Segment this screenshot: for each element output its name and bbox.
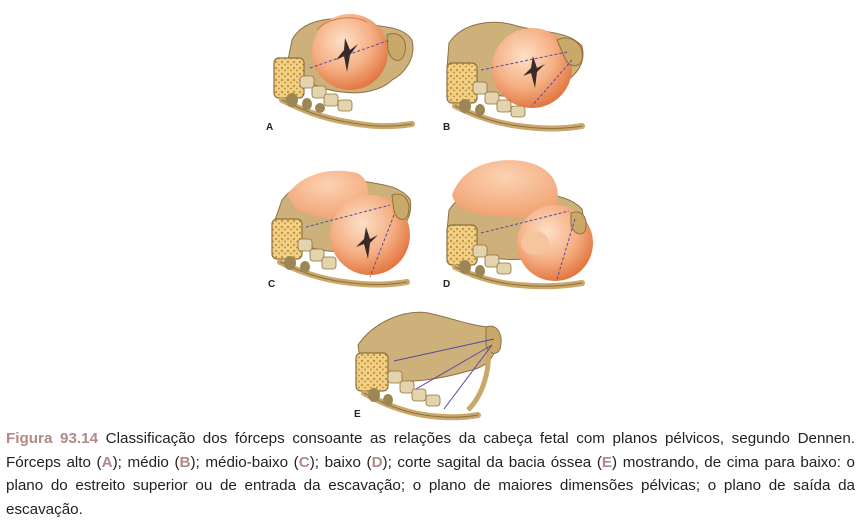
panel-letter-a: A bbox=[266, 122, 274, 133]
caption-text-5: ); corte sagital da bacia óssea ( bbox=[382, 453, 602, 471]
pelvis-sagittal-section-e bbox=[355, 311, 502, 421]
figure-panel-c: C bbox=[262, 165, 422, 295]
caption-ref-c: C bbox=[298, 453, 310, 471]
figure-caption: Figura 93.14 Classificação dos fórceps c… bbox=[6, 427, 855, 521]
figure-panel-d: D bbox=[437, 155, 597, 295]
caption-ref-d: D bbox=[371, 453, 383, 471]
caption-ref-e: E bbox=[601, 453, 613, 471]
panel-letter-c: C bbox=[268, 279, 276, 290]
figure-label: Figura 93.14 bbox=[6, 430, 99, 447]
pelvis-illustration-c bbox=[271, 170, 412, 288]
caption-ref-b: B bbox=[179, 453, 191, 471]
caption-ref-a: A bbox=[101, 453, 113, 471]
panel-letter-d: D bbox=[443, 279, 451, 290]
caption-text-2: ); médio ( bbox=[112, 453, 180, 471]
figure-panel-a: A bbox=[262, 0, 422, 135]
panel-letter-b: B bbox=[443, 122, 451, 133]
pelvis-illustration-a bbox=[273, 14, 415, 130]
figure-panel-e: E bbox=[348, 305, 508, 425]
figure-panel-b: B bbox=[437, 8, 597, 138]
caption-text-3: ); médio-baixo ( bbox=[190, 453, 299, 471]
pelvis-illustration-d bbox=[446, 160, 593, 290]
caption-text-4: ); baixo ( bbox=[309, 453, 372, 471]
pelvis-illustration-b bbox=[446, 21, 585, 132]
panel-letter-e: E bbox=[354, 409, 361, 420]
